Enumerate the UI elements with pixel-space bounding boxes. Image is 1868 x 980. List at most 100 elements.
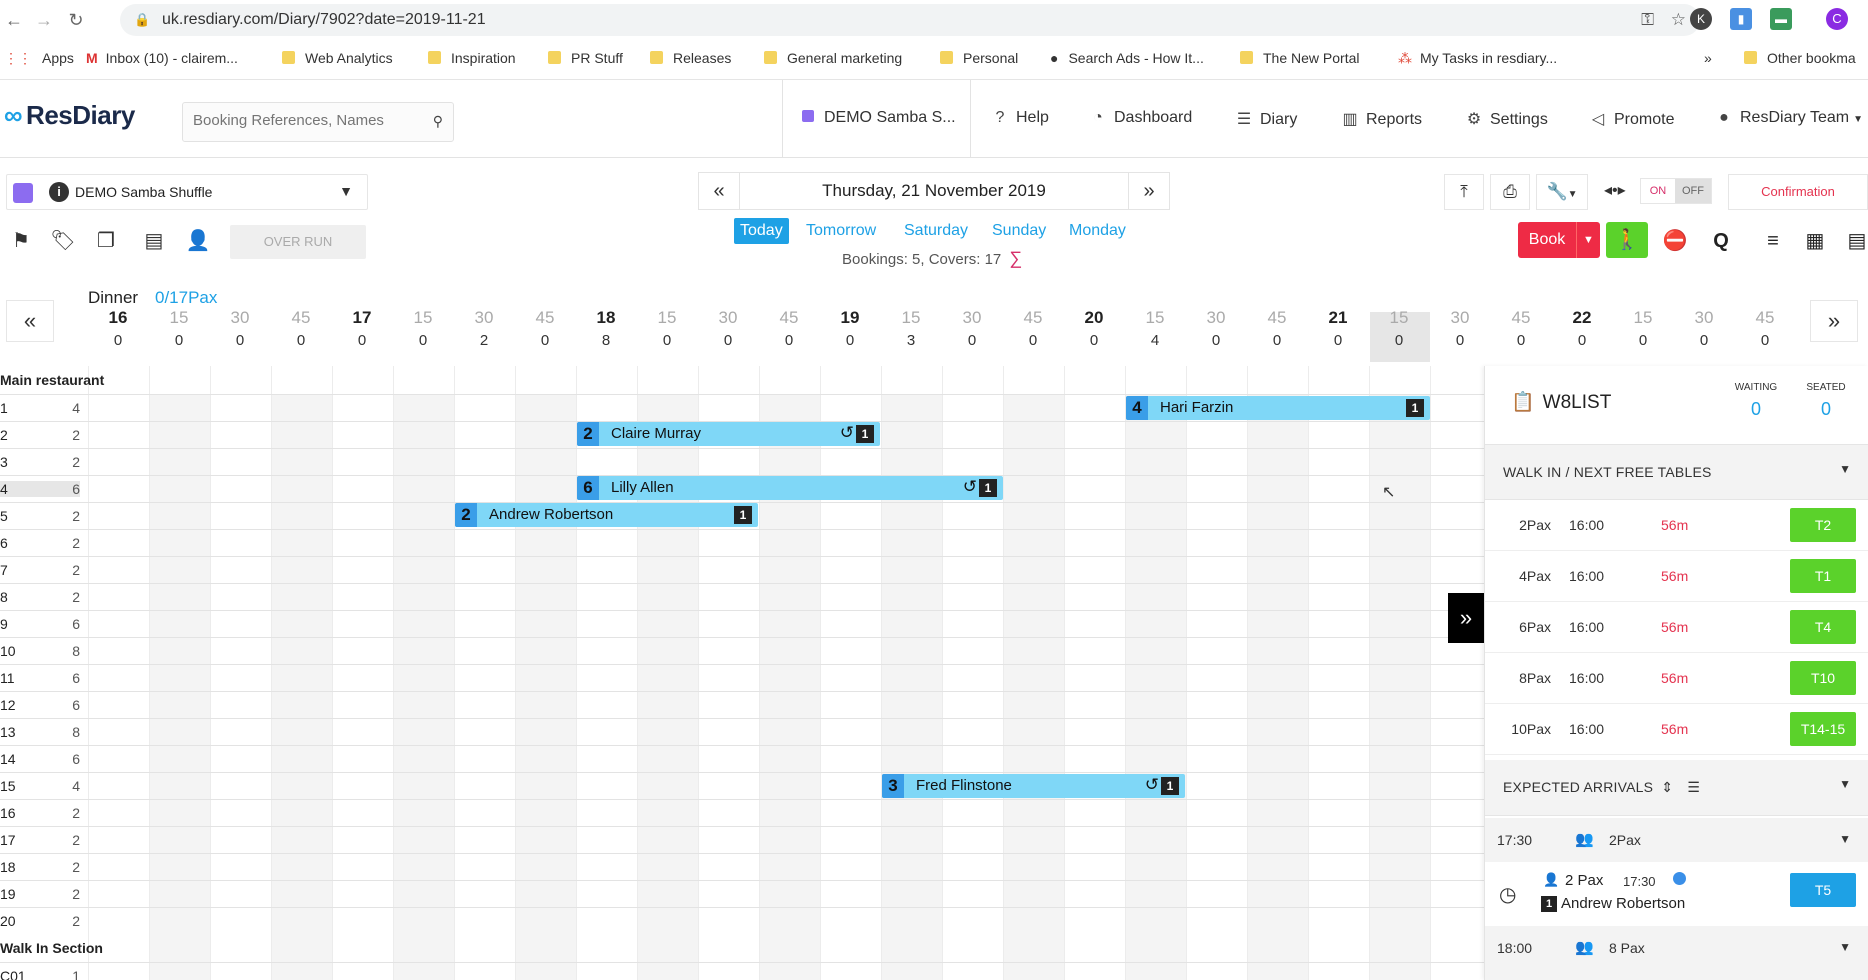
table-row[interactable]: C01 1 xyxy=(0,962,1484,980)
toggle-off-label[interactable]: OFF xyxy=(1675,179,1711,203)
booking-andrew-robertson[interactable]: 2 Andrew Robertson 1 xyxy=(455,503,758,527)
arrival-group[interactable]: 17:30 👥 2Pax ▼ xyxy=(1485,818,1868,862)
table-row[interactable]: 32 xyxy=(0,448,1484,475)
bookmark-apps[interactable]: ⋮⋮ Apps xyxy=(4,50,74,67)
free-table-row[interactable]: 10Pax 16:00 56m T14-15 xyxy=(1485,704,1868,755)
tools-dropdown[interactable]: 🔧▼ xyxy=(1536,174,1588,210)
chevron-down-icon[interactable]: ▼ xyxy=(1839,832,1851,846)
bookmark-other[interactable]: Other bookma xyxy=(1744,50,1856,66)
extension-inbox-icon[interactable]: ▬ xyxy=(1770,8,1792,30)
nav-dashboard[interactable]: ◔ Dashboard xyxy=(1088,109,1192,127)
profile-avatar[interactable]: C xyxy=(1826,8,1848,30)
table-row[interactable]: 12 6 xyxy=(0,691,1484,718)
search-input[interactable] xyxy=(193,112,418,129)
flag-icon[interactable]: ⚑ xyxy=(8,228,34,253)
bookmark-new-portal[interactable]: The New Portal xyxy=(1240,50,1359,66)
grid-view-icon[interactable]: ▦ xyxy=(1800,226,1830,256)
table-row[interactable]: 11 6 xyxy=(0,664,1484,691)
booking-hari-farzin[interactable]: 4 Hari Farzin 1 xyxy=(1126,396,1430,420)
bookmark-inbox[interactable]: M Inbox (10) - clairem... xyxy=(86,50,238,66)
nav-reports[interactable]: ▥ Reports xyxy=(1340,109,1422,129)
walkin-section-header[interactable]: WALK IN / NEXT FREE TABLES ▼ xyxy=(1485,444,1868,500)
free-table-row[interactable]: 4Pax 16:00 56m T1 xyxy=(1485,551,1868,602)
booking-claire-murray[interactable]: 2 Claire Murray ↺ 1 xyxy=(577,422,880,446)
quick-day-tomorrow[interactable]: Tomorrow xyxy=(806,218,876,244)
arrival-table-button[interactable]: T5 xyxy=(1790,873,1856,907)
on-off-toggle[interactable]: ON OFF xyxy=(1640,178,1712,204)
user-block-icon[interactable]: 👤 xyxy=(185,228,211,253)
caret-down-icon[interactable]: ▼ xyxy=(1576,222,1600,258)
table-row[interactable]: 13 8 xyxy=(0,718,1484,745)
arrival-booking-card[interactable]: ◷ 👤 2 Pax 17:30 1 Andrew Robertson T5 xyxy=(1485,862,1868,922)
current-date[interactable]: Thursday, 21 November 2019 xyxy=(739,173,1129,209)
table-row[interactable]: 18 2 xyxy=(0,853,1484,880)
queue-button[interactable]: Q xyxy=(1706,226,1736,256)
star-icon[interactable]: ☆ xyxy=(1671,10,1686,30)
resdiary-logo[interactable]: ∞ ResDiary xyxy=(4,100,135,131)
scroll-top-button[interactable]: ⤒ xyxy=(1444,174,1484,210)
quick-day-monday[interactable]: Monday xyxy=(1069,218,1126,244)
table-row[interactable]: 72 xyxy=(0,556,1484,583)
arrivals-section-header[interactable]: EXPECTED ARRIVALS ⇕ ☰ ▼ xyxy=(1485,760,1868,816)
back-icon[interactable]: ← xyxy=(2,8,26,32)
free-table-button[interactable]: T2 xyxy=(1790,508,1856,542)
timeline-next-button[interactable]: » xyxy=(1810,300,1858,342)
free-table-button[interactable]: T10 xyxy=(1790,661,1856,695)
restaurant-switcher[interactable]: DEMO Samba S... xyxy=(802,109,956,127)
extension-k-icon[interactable]: K xyxy=(1690,8,1712,30)
bookmark-search-ads[interactable]: ● Search Ads - How It... xyxy=(1050,50,1204,66)
info-icon[interactable]: i xyxy=(49,182,69,202)
nav-user-menu[interactable]: ● ResDiary Team ▼ xyxy=(1714,109,1863,127)
free-table-row[interactable]: 8Pax 16:00 56m T10 xyxy=(1485,653,1868,704)
table-row[interactable]: 15 4 xyxy=(0,772,1484,799)
book-label[interactable]: Book xyxy=(1518,222,1576,258)
free-table-button[interactable]: T14-15 xyxy=(1790,712,1856,746)
url-text[interactable]: uk.resdiary.com/Diary/7902?date=2019-11-… xyxy=(162,11,486,29)
expand-panel-button[interactable]: » xyxy=(1448,593,1484,643)
bookmark-personal[interactable]: Personal xyxy=(940,50,1018,66)
free-table-button[interactable]: T4 xyxy=(1790,610,1856,644)
toggle-on-label[interactable]: ON xyxy=(1641,179,1675,203)
extension-book-icon[interactable]: ▮ xyxy=(1730,8,1752,30)
chevron-down-icon[interactable]: ▼ xyxy=(1839,940,1851,954)
table-view-icon[interactable]: ▤ xyxy=(1842,226,1868,256)
nav-promote[interactable]: ◁ Promote xyxy=(1588,109,1675,129)
restaurant-select[interactable]: i DEMO Samba Shuffle ▼ xyxy=(6,174,368,210)
free-table-row[interactable]: 2Pax 16:00 56m T2 xyxy=(1485,500,1868,551)
copy-icon[interactable]: ❐ xyxy=(93,228,119,253)
table-row[interactable]: 62 xyxy=(0,529,1484,556)
chevron-down-icon[interactable]: ▼ xyxy=(1839,462,1851,476)
bookmark-releases[interactable]: Releases xyxy=(650,50,731,66)
bookmark-my-tasks[interactable]: ⁂ My Tasks in resdiary... xyxy=(1398,50,1557,67)
key-icon[interactable]: ⚿ xyxy=(1641,10,1654,30)
arrival-group[interactable]: 18:00 👥 8 Pax ▼ xyxy=(1485,926,1868,980)
quick-day-saturday[interactable]: Saturday xyxy=(904,218,968,244)
print-button[interactable]: ⎙ xyxy=(1490,174,1530,210)
list-icon[interactable]: ☰ xyxy=(1687,779,1700,795)
nav-diary[interactable]: ☰ Diary xyxy=(1234,109,1298,129)
expand-width-icon[interactable]: ◂•▸ xyxy=(1604,180,1626,200)
sum-icon[interactable]: ∑ xyxy=(1009,248,1022,268)
tag-icon[interactable]: 🏷 xyxy=(50,228,76,253)
table-row[interactable]: 20 2 xyxy=(0,907,1484,934)
confirmation-button[interactable]: Confirmation xyxy=(1728,174,1868,210)
address-bar[interactable]: 🔒 uk.resdiary.com/Diary/7902?date=2019-1… xyxy=(120,4,1700,36)
bookmark-inspiration[interactable]: Inspiration xyxy=(428,50,516,66)
bookmark-general-marketing[interactable]: General marketing xyxy=(764,50,902,66)
booking-fred-flinstone[interactable]: 3 Fred Flinstone ↺ 1 xyxy=(882,774,1185,798)
booking-search[interactable]: ⚲ xyxy=(182,102,454,142)
next-day-icon[interactable]: » xyxy=(1129,173,1169,209)
walk-in-button[interactable]: 🚶 xyxy=(1606,222,1648,258)
bookmarks-overflow-icon[interactable]: » xyxy=(1704,50,1712,66)
nav-help[interactable]: ? Help xyxy=(990,109,1049,127)
timeline-prev-button[interactable]: « xyxy=(6,300,54,342)
chevron-down-icon[interactable]: ▼ xyxy=(1839,777,1851,791)
nav-settings[interactable]: ⚙ Settings xyxy=(1464,109,1548,129)
book-button[interactable]: Book ▼ xyxy=(1518,222,1600,258)
table-row[interactable]: 14 6 xyxy=(0,745,1484,772)
bookmark-pr-stuff[interactable]: PR Stuff xyxy=(548,50,623,66)
search-icon[interactable]: ⚲ xyxy=(433,113,443,130)
reload-icon[interactable]: ↻ xyxy=(64,8,88,32)
forward-icon[interactable]: → xyxy=(32,8,56,32)
free-table-button[interactable]: T1 xyxy=(1790,559,1856,593)
